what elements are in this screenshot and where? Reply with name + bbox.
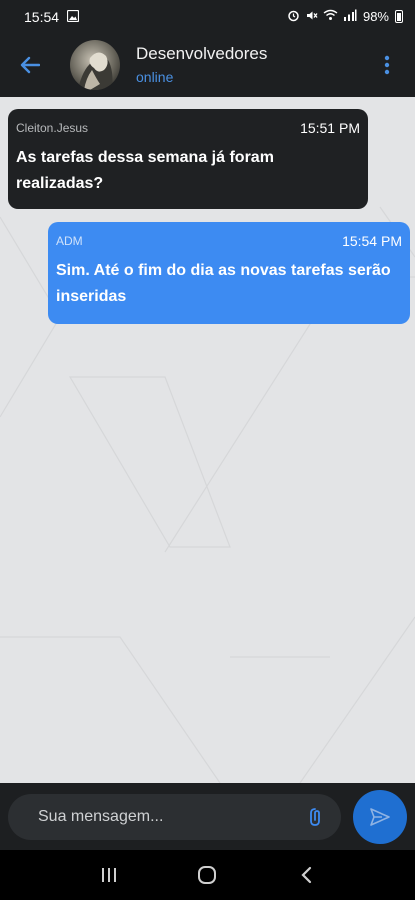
chat-online-status: online xyxy=(136,69,174,85)
status-time: 15:54 xyxy=(24,8,60,25)
message-time: 15:51 PM xyxy=(300,120,360,136)
signal-icon xyxy=(343,9,357,24)
more-vert-icon xyxy=(384,55,390,75)
home-icon xyxy=(198,866,217,884)
system-back-button[interactable] xyxy=(286,855,326,895)
gallery-notification-icon xyxy=(66,9,80,25)
mute-icon xyxy=(305,9,318,25)
message-text: Sim. Até o fim do dia as novas tarefas s… xyxy=(56,262,391,305)
send-button[interactable] xyxy=(353,789,407,844)
message-list[interactable]: Cleiton.Jesus 15:51 PM As tarefas dessa … xyxy=(0,97,415,783)
more-options-button[interactable] xyxy=(375,51,399,79)
status-bar: 15:54 98% xyxy=(0,0,415,33)
send-icon xyxy=(370,807,390,826)
message-input-container[interactable] xyxy=(8,793,342,840)
back-arrow-icon xyxy=(20,56,40,74)
battery-percent: 98% xyxy=(362,9,389,24)
composer-bar xyxy=(0,783,415,850)
attach-icon xyxy=(310,807,321,826)
message-text: As tarefas dessa semana já foram realiza… xyxy=(16,149,274,192)
back-icon xyxy=(301,866,311,884)
message-sender: Cleiton.Jesus xyxy=(16,121,89,135)
avatar[interactable] xyxy=(70,40,120,90)
chat-title[interactable]: Desenvolvedores xyxy=(136,43,375,65)
system-navigation-bar xyxy=(0,850,415,900)
battery-icon xyxy=(395,10,403,23)
message-sender: ADM xyxy=(56,234,83,248)
back-button[interactable] xyxy=(16,51,44,79)
attach-button[interactable] xyxy=(305,805,325,829)
recents-button[interactable] xyxy=(89,855,129,895)
chat-header: Desenvolvedores online xyxy=(0,33,415,97)
alarm-icon xyxy=(287,9,300,25)
message-input[interactable] xyxy=(38,807,306,826)
message-bubble-outgoing[interactable]: ADM 15:54 PM Sim. Até o fim do dia as no… xyxy=(48,222,410,324)
message-time: 15:54 PM xyxy=(342,233,402,249)
home-button[interactable] xyxy=(187,855,227,895)
wifi-icon xyxy=(323,9,338,24)
recents-icon xyxy=(102,868,117,882)
message-bubble-incoming[interactable]: Cleiton.Jesus 15:51 PM As tarefas dessa … xyxy=(8,109,368,209)
